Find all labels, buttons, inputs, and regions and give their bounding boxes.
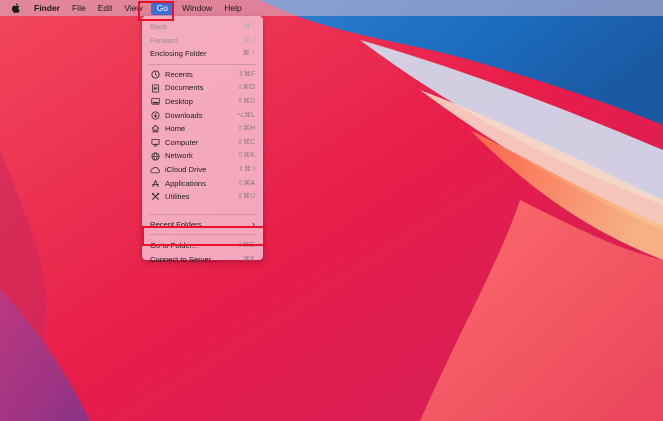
menu-separator [149, 213, 256, 215]
desktop: Finder File Edit View Go Window Help Bac… [0, 0, 663, 421]
menu-item-downloads[interactable]: Downloads ⌥⌘L [142, 109, 263, 123]
applications-icon [150, 178, 160, 188]
menu-item-applications[interactable]: Applications ⇧⌘A [142, 177, 263, 191]
menu-item-label: Network [165, 151, 193, 161]
menu-item-shortcut: ⇧⌘C [237, 138, 255, 146]
menu-file[interactable]: File [66, 0, 92, 16]
menu-item-documents[interactable]: Documents ⇧⌘O [142, 81, 263, 95]
menu-item-shortcut: ⇧⌘ I [238, 165, 255, 173]
menu-item-enclosing-folder[interactable]: Enclosing Folder ⌘ ↑ [142, 47, 263, 61]
menu-item-label: Utilities [165, 192, 190, 202]
menu-item-shortcut: ⇧⌘H [237, 125, 255, 133]
menu-item-utilities[interactable]: Utilities ⇧⌘U [142, 190, 263, 204]
menu-item-desktop[interactable]: Desktop ⇧⌘D [142, 95, 263, 109]
menu-item-shortcut: ⌘K [243, 255, 255, 263]
menu-item-label: Documents [165, 83, 204, 93]
menu-item-label: Back [150, 22, 167, 31]
menu-separator [149, 63, 256, 65]
menu-bar: Finder File Edit View Go Window Help [0, 0, 663, 16]
menu-item-network[interactable]: Network ⇧⌘K [142, 149, 263, 163]
menu-item-label: Applications [165, 178, 206, 188]
wallpaper [0, 0, 663, 421]
menu-finder[interactable]: Finder [30, 0, 66, 16]
menu-item-back[interactable]: Back ⌘ [ [142, 20, 263, 34]
menu-item-shortcut: ⇧⌘F [237, 70, 255, 78]
apple-logo-icon[interactable] [10, 3, 20, 13]
menu-item-label: Forward [150, 35, 178, 45]
menu-item-forward[interactable]: Forward ⌘ ] [142, 34, 263, 48]
menu-item-computer[interactable]: Computer ⇧⌘C [142, 136, 263, 150]
cloud-icon [150, 165, 160, 175]
menu-item-shortcut: ⇧⌘K [237, 152, 255, 160]
menu-edit[interactable]: Edit [92, 0, 119, 16]
highlight-go-to-folder [142, 226, 266, 246]
menu-item-label: Downloads [165, 110, 203, 120]
menu-item-home[interactable]: Home ⇧⌘H [142, 122, 263, 136]
desktop-icon [150, 97, 160, 107]
menu-item-label: Home [165, 124, 186, 134]
menu-item-shortcut: ⌘ ] [244, 36, 255, 44]
menu-item-label: Recents [165, 69, 193, 79]
menu-item-shortcut: ⇧⌘O [236, 84, 255, 92]
menu-item-label: Connect to Server... [150, 254, 218, 264]
menu-item-label: Computer [165, 137, 199, 147]
menu-item-shortcut: ⇧⌘D [237, 97, 255, 105]
menu-item-shortcut: ⇧⌘A [237, 179, 255, 187]
menu-item-label: Enclosing Folder [150, 49, 207, 59]
go-menu-dropdown: Back ⌘ [ Forward ⌘ ] Enclosing Folder ⌘ … [142, 16, 263, 264]
menu-item-shortcut: ⌘ ↑ [242, 50, 255, 58]
globe-icon [150, 151, 160, 161]
document-icon [150, 83, 160, 93]
menu-spacer [142, 204, 263, 211]
menu-item-connect-to-server[interactable]: Connect to Server... ⌘K [142, 253, 263, 267]
menu-item-recents[interactable]: Recents ⇧⌘F [142, 68, 263, 82]
menu-help[interactable]: Help [218, 0, 247, 16]
menu-item-icloud-drive[interactable]: iCloud Drive ⇧⌘ I [142, 163, 263, 177]
highlight-go-menu [138, 1, 174, 21]
menu-item-shortcut: ⇧⌘U [237, 193, 255, 201]
menu-item-shortcut: ⌘ [ [244, 23, 255, 30]
menu-item-shortcut: ⌥⌘L [236, 111, 255, 119]
menu-item-label: Desktop [165, 96, 193, 106]
download-icon [150, 110, 160, 120]
home-icon [150, 124, 160, 134]
menu-item-label: iCloud Drive [165, 164, 207, 174]
monitor-icon [150, 138, 160, 148]
menu-window[interactable]: Window [176, 0, 218, 16]
clock-icon [150, 70, 160, 80]
tools-icon [150, 192, 160, 202]
